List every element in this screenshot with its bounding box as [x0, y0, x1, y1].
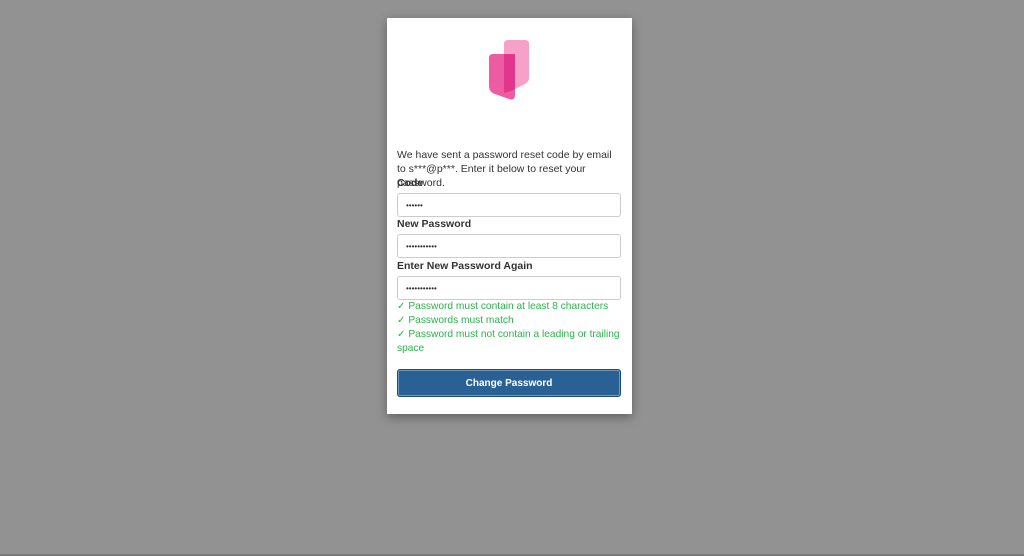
- rule-min-length: ✓ Password must contain at least 8 chara…: [397, 301, 609, 312]
- new-password-label: New Password: [397, 218, 472, 230]
- reset-instructions: We have sent a password reset code by em…: [397, 149, 612, 189]
- password-rules: ✓ Password must contain at least 8 chara…: [397, 300, 623, 356]
- password-reset-card: We have sent a password reset code by em…: [387, 18, 632, 414]
- confirm-password-input[interactable]: •••••••••••: [397, 276, 621, 300]
- code-label: Code: [397, 177, 424, 189]
- rule-passwords-match: ✓ Passwords must match: [397, 315, 514, 326]
- change-password-button[interactable]: Change Password: [397, 369, 621, 397]
- confirm-password-label: Enter New Password Again: [397, 260, 533, 272]
- brand-logo-icon: [489, 40, 529, 100]
- rule-no-leading-trailing-space: ✓ Password must not contain a leading or…: [397, 329, 620, 354]
- new-password-input[interactable]: •••••••••••: [397, 234, 621, 258]
- code-input[interactable]: ••••••: [397, 193, 621, 217]
